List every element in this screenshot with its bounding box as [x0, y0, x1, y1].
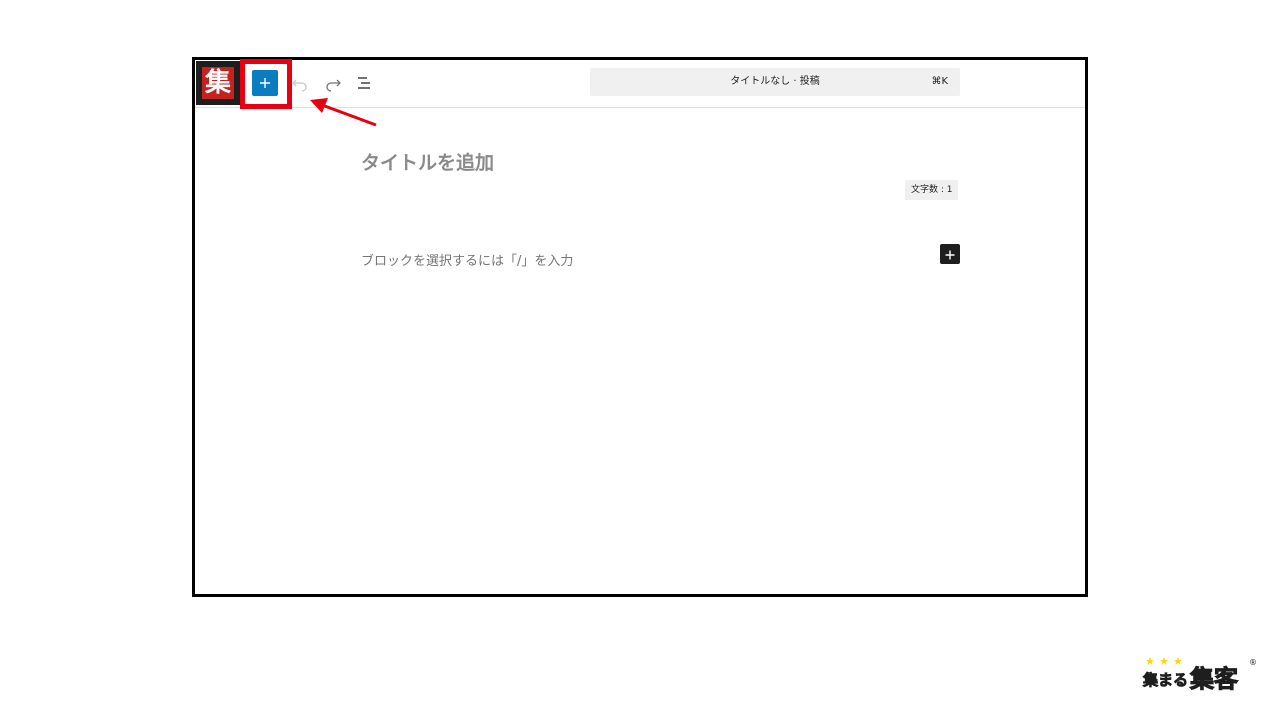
redo-icon	[323, 73, 343, 93]
document-overview-button[interactable]	[355, 73, 375, 93]
block-inserter-button[interactable]	[252, 70, 278, 96]
svg-text:®: ®	[1249, 658, 1257, 667]
document-overview-icon	[355, 73, 375, 93]
undo-icon	[290, 73, 310, 93]
document-title: タイトルなし · 投稿	[730, 76, 820, 87]
undo-button[interactable]	[290, 73, 310, 93]
redo-button[interactable]	[323, 73, 343, 93]
add-block-button[interactable]	[940, 244, 960, 264]
char-count-badge: 文字数 : 1	[905, 180, 959, 200]
command-shortcut: ⌘K	[931, 76, 948, 87]
plus-icon	[259, 74, 271, 93]
plus-icon	[945, 245, 955, 264]
editor-window: 集 タイトルなし · 投稿 ⌘K タイトルを追加 文字数: 1 ブロックを選択…	[192, 57, 1088, 597]
command-palette-bar[interactable]: タイトルなし · 投稿 ⌘K	[590, 68, 960, 96]
svg-text:集客: 集客	[1189, 665, 1239, 691]
svg-text:集まる: 集まる	[1142, 671, 1188, 689]
site-icon-button[interactable]: 集	[196, 61, 240, 105]
block-placeholder[interactable]: ブロックを選択するには「/」を入力	[361, 250, 573, 269]
site-logo-glyph: 集	[202, 67, 234, 99]
brand-logo: 集まる 集客 ®	[1142, 655, 1257, 694]
annotation-arrow-icon	[310, 98, 377, 127]
post-title-input[interactable]: タイトルを追加	[361, 148, 494, 175]
